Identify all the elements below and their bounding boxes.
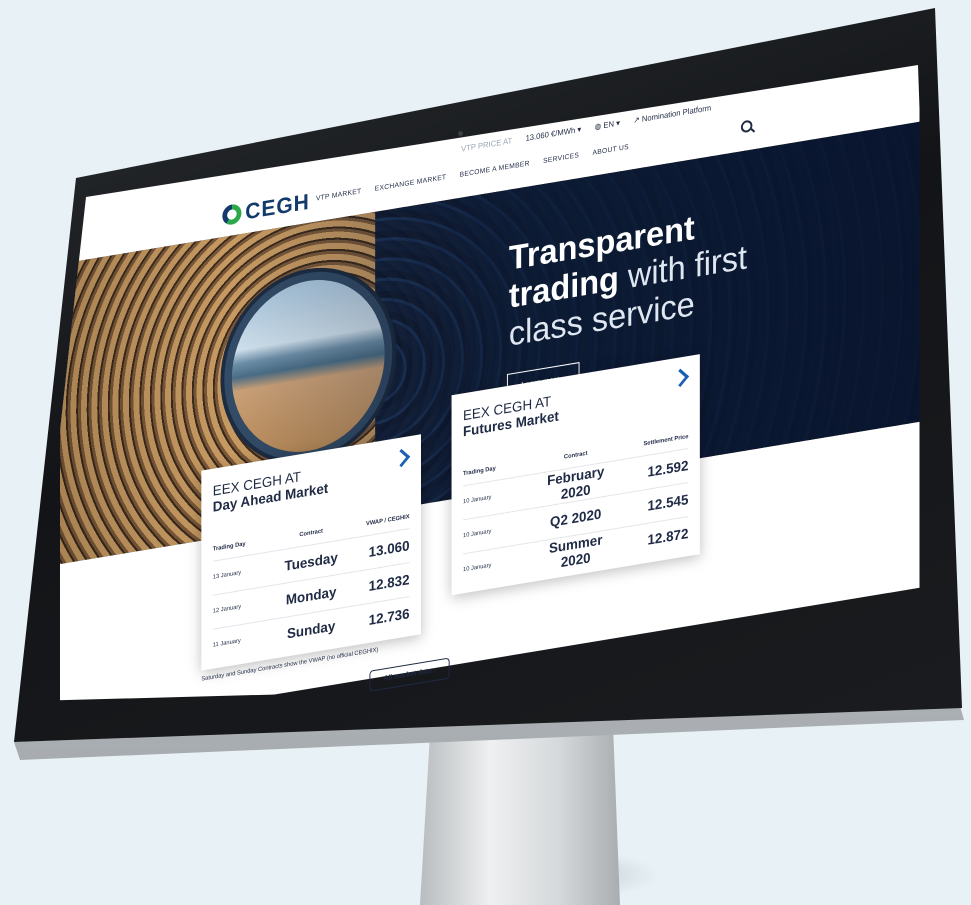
search-icon[interactable] [740, 119, 753, 134]
vtp-price-label: VTP PRICE AT [461, 135, 513, 154]
nav-become-member[interactable]: BECOME A MEMBER [460, 160, 530, 179]
price-dropdown[interactable]: 13.060 €/MWh ▾ [526, 124, 582, 142]
chevron-right-icon[interactable] [671, 368, 690, 388]
all-market-data-button[interactable]: All market data › [369, 657, 451, 692]
card-title: EEX CEGH AT Futures Market [463, 392, 559, 440]
futures-card[interactable]: EEX CEGH AT Futures Market Trading Day C… [451, 354, 700, 596]
day-ahead-card[interactable]: EEX CEGH AT Day Ahead Market Trading Day… [201, 434, 421, 671]
nav-services[interactable]: SERVICES [543, 152, 579, 165]
chevron-right-icon: › [433, 666, 436, 675]
website-page: VTP PRICE AT 13.060 €/MWh ▾ ◍ EN ▾ ↗ Nom… [60, 65, 920, 701]
cegh-logo-icon [222, 202, 242, 227]
nav-vtp-market[interactable]: VTP MARKET [316, 188, 361, 203]
external-link-icon: ↗ [633, 114, 640, 125]
globe-icon: ◍ [594, 120, 602, 132]
card-title: EEX CEGH AT Day Ahead Market [212, 468, 329, 515]
nav-exchange-market[interactable]: EXCHANGE MARKET [375, 174, 447, 193]
cegh-logo[interactable]: CEGH [222, 189, 310, 229]
language-dropdown[interactable]: ◍ EN ▾ [595, 118, 620, 131]
chevron-right-icon[interactable] [392, 448, 411, 468]
nav-about-us[interactable]: ABOUT US [592, 144, 628, 157]
camera-icon [458, 131, 463, 136]
